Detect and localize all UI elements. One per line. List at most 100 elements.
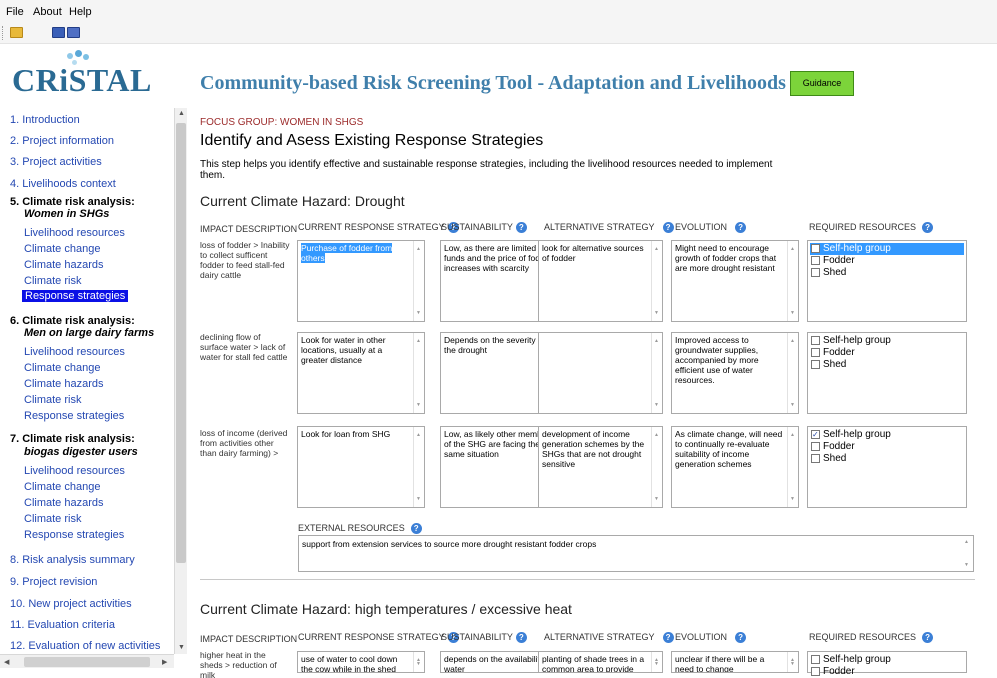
help-icon[interactable]: ?: [735, 632, 747, 644]
field-scrollbar[interactable]: [787, 652, 798, 672]
nav-new-project-activities[interactable]: 10. New project activities: [10, 598, 132, 610]
resource-shed[interactable]: Shed: [810, 453, 964, 465]
field-scrollbar[interactable]: [651, 427, 662, 507]
field-scrollbar[interactable]: [962, 536, 973, 571]
checkbox[interactable]: [811, 442, 820, 451]
evolution-field[interactable]: Might need to encourage growth of fodder…: [671, 240, 799, 322]
nav-6-climate-risk[interactable]: Climate risk: [24, 394, 81, 406]
resource-fodder[interactable]: Fodder: [810, 441, 964, 453]
nav-project-activities[interactable]: 3. Project activities: [10, 156, 102, 168]
field-scrollbar[interactable]: [651, 652, 662, 672]
checkbox[interactable]: [811, 336, 820, 345]
nav-5-climate-hazards[interactable]: Climate hazards: [24, 259, 103, 271]
folder-open-icon[interactable]: [10, 27, 23, 38]
evolution-field[interactable]: As climate change, will need to continua…: [671, 426, 799, 508]
alternative-strategy-field[interactable]: look for alternative sources of fodder: [538, 240, 663, 322]
checkbox[interactable]: [811, 244, 820, 253]
nav-5-climate-risk[interactable]: Climate risk: [24, 275, 81, 287]
floppy-disk-icon[interactable]: [52, 27, 65, 38]
scroll-right-arrow-icon[interactable]: ▶: [162, 658, 167, 666]
field-scrollbar[interactable]: [413, 241, 424, 321]
nav-5-livelihood-resources[interactable]: Livelihood resources: [24, 227, 125, 239]
scroll-thumb[interactable]: [176, 123, 186, 563]
nav-livelihoods-context[interactable]: 4. Livelihoods context: [10, 178, 116, 190]
help-icon[interactable]: ?: [662, 222, 674, 234]
field-scrollbar[interactable]: [651, 241, 662, 321]
nav-7-response-strategies[interactable]: Response strategies: [24, 529, 124, 541]
alternative-strategy-field[interactable]: development of income generation schemes…: [538, 426, 663, 508]
evolution-field[interactable]: Improved access to groundwater supplies,…: [671, 332, 799, 414]
resource-label: Fodder: [823, 666, 855, 677]
menu-about[interactable]: About: [33, 6, 62, 18]
scroll-down-arrow-icon[interactable]: ▼: [178, 644, 185, 651]
alternative-strategy-field[interactable]: planting of shade trees in a common area…: [538, 651, 663, 673]
checkbox[interactable]: [811, 360, 820, 369]
help-icon[interactable]: ?: [410, 523, 422, 535]
resource-fodder[interactable]: Fodder: [810, 347, 964, 359]
nav-6-climate-change[interactable]: Climate change: [24, 362, 100, 374]
field-scrollbar[interactable]: [651, 333, 662, 413]
field-scrollbar[interactable]: [787, 427, 798, 507]
nav-7-climate-hazards[interactable]: Climate hazards: [24, 497, 103, 509]
evolution-field[interactable]: unclear if there will be a need to chang…: [671, 651, 799, 673]
nav-6-livelihood-resources[interactable]: Livelihood resources: [24, 346, 125, 358]
field-scrollbar[interactable]: [787, 333, 798, 413]
resource-shed[interactable]: Shed: [810, 359, 964, 371]
nav-project-information[interactable]: 2. Project information: [10, 135, 114, 147]
resource-self-help-group[interactable]: Self-help group: [810, 335, 964, 347]
nav-5-response-strategies[interactable]: Response strategies: [22, 290, 129, 302]
checkbox[interactable]: [811, 256, 820, 265]
menu-help[interactable]: Help: [69, 6, 92, 18]
checkbox[interactable]: [811, 268, 820, 277]
nav-project-revision[interactable]: 9. Project revision: [10, 576, 97, 588]
help-icon[interactable]: ?: [735, 222, 747, 234]
current-strategy-field[interactable]: use of water to cool down the cow while …: [297, 651, 425, 673]
nav-6-climate-hazards[interactable]: Climate hazards: [24, 378, 103, 390]
field-scrollbar[interactable]: [787, 241, 798, 321]
resource-self-help-group[interactable]: Self-help group: [810, 429, 964, 441]
required-resources-list: Self-help group Fodder Shed: [807, 426, 967, 508]
nav-7-climate-risk[interactable]: Climate risk: [24, 513, 81, 525]
nav-6-response-strategies[interactable]: Response strategies: [24, 410, 124, 422]
nav-evaluation-criteria[interactable]: 11. Evaluation criteria: [10, 619, 115, 631]
resource-fodder[interactable]: Fodder: [810, 666, 964, 678]
scroll-up-arrow-icon[interactable]: ▲: [178, 110, 185, 117]
alternative-strategy-field[interactable]: [538, 332, 663, 414]
help-icon[interactable]: ?: [922, 222, 934, 234]
help-icon[interactable]: ?: [515, 632, 527, 644]
scroll-left-arrow-icon[interactable]: ◀: [4, 658, 9, 666]
resource-shed[interactable]: Shed: [810, 267, 964, 279]
nav-evaluation-new-activities[interactable]: 12. Evaluation of new activities: [10, 640, 160, 652]
external-resources-field[interactable]: support from extension services to sourc…: [298, 535, 974, 572]
checkbox[interactable]: [811, 348, 820, 357]
resource-self-help-group[interactable]: Self-help group: [810, 243, 964, 255]
guidance-button[interactable]: Guidance: [790, 71, 854, 96]
sidebar-vertical-scrollbar[interactable]: ▲ ▼: [174, 108, 187, 654]
current-strategy-field[interactable]: Purchase of fodder from others: [297, 240, 425, 322]
nav-risk-analysis-summary[interactable]: 8. Risk analysis summary: [10, 554, 135, 566]
checkbox[interactable]: [811, 667, 820, 676]
checkbox-checked[interactable]: [811, 429, 820, 441]
menu-file[interactable]: File: [6, 6, 24, 18]
nav-5-climate-change[interactable]: Climate change: [24, 243, 100, 255]
current-strategy-field[interactable]: Look for loan from SHG: [297, 426, 425, 508]
field-scrollbar[interactable]: [413, 652, 424, 672]
sidebar-horizontal-scrollbar[interactable]: ◀ ▶: [0, 654, 174, 668]
help-icon[interactable]: ?: [662, 632, 674, 644]
hscroll-thumb[interactable]: [24, 657, 150, 667]
resource-self-help-group[interactable]: Self-help group: [810, 654, 964, 666]
resource-fodder[interactable]: Fodder: [810, 255, 964, 267]
help-icon[interactable]: ?: [922, 632, 934, 644]
required-resources-list: Self-help group Fodder: [807, 651, 967, 677]
nav-introduction[interactable]: 1. Introduction: [10, 114, 80, 126]
checkbox[interactable]: [811, 454, 820, 463]
main-content: FOCUS GROUP: WOMEN IN SHGS Identify and …: [188, 108, 997, 678]
field-scrollbar[interactable]: [413, 427, 424, 507]
current-strategy-field[interactable]: Look for water in other locations, usual…: [297, 332, 425, 414]
field-scrollbar[interactable]: [413, 333, 424, 413]
help-icon[interactable]: ?: [515, 222, 527, 234]
save-all-icon[interactable]: [67, 27, 80, 38]
nav-7-climate-change[interactable]: Climate change: [24, 481, 100, 493]
checkbox[interactable]: [811, 655, 820, 664]
nav-7-livelihood-resources[interactable]: Livelihood resources: [24, 465, 125, 477]
